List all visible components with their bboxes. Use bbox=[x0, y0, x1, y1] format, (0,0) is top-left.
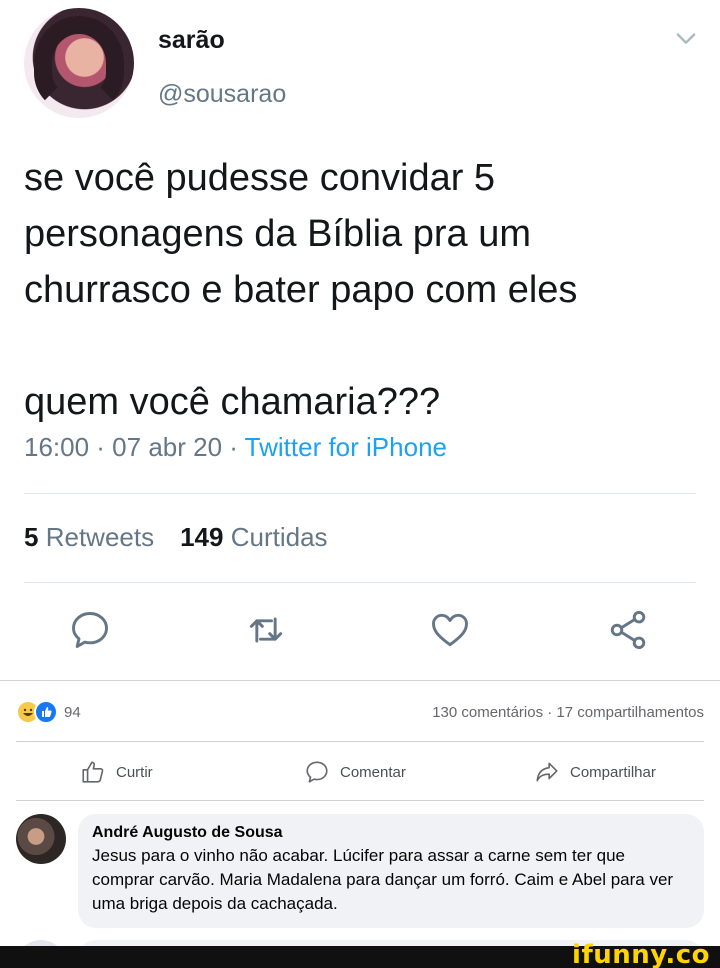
likes-label: Curtidas bbox=[230, 522, 328, 552]
display-name[interactable]: sarão bbox=[158, 26, 225, 55]
like-icon[interactable] bbox=[428, 608, 472, 652]
comment-button[interactable]: Comentar bbox=[304, 758, 406, 786]
ifunny-watermark: ifunny.co bbox=[572, 940, 710, 968]
share-button[interactable]: Compartilhar bbox=[534, 758, 656, 786]
divider bbox=[24, 493, 696, 494]
share-icon[interactable] bbox=[606, 608, 650, 652]
like-reaction-icon bbox=[34, 700, 58, 724]
watermark-bar: ifunny.co bbox=[0, 940, 720, 968]
like-button[interactable]: Curtir bbox=[80, 758, 153, 786]
user-avatar[interactable] bbox=[24, 8, 134, 118]
comment-bubble: André Augusto de Sousa Jesus para o vinh… bbox=[78, 814, 704, 928]
divider bbox=[16, 800, 704, 801]
tweet-meta: 16:00 · 07 abr 20 · Twitter for iPhone bbox=[24, 432, 447, 463]
comment-icon bbox=[306, 761, 328, 783]
reply-icon[interactable] bbox=[68, 608, 112, 652]
retweet-icon[interactable] bbox=[244, 608, 288, 652]
share-button-label: Compartilhar bbox=[570, 763, 656, 781]
retweets-label: Retweets bbox=[45, 522, 155, 552]
chevron-down-icon[interactable] bbox=[672, 24, 700, 52]
commenter-avatar[interactable] bbox=[16, 814, 66, 864]
comments-shares-count[interactable]: 130 comentários · 17 compartilhamentos bbox=[432, 704, 704, 721]
retweets-count: 5 bbox=[24, 522, 39, 552]
tweet-text: se você pudesse convidar 5 personagens d… bbox=[24, 150, 694, 430]
tweet-text-part-1: se você pudesse convidar 5 personagens d… bbox=[24, 157, 578, 311]
retweets-stat[interactable]: 5 Retweets bbox=[24, 522, 154, 552]
share-arrow-icon bbox=[536, 762, 558, 782]
avatar-hair bbox=[34, 16, 124, 111]
likes-stat[interactable]: 149 Curtidas bbox=[180, 522, 327, 552]
comment-author[interactable]: André Augusto de Sousa bbox=[92, 822, 690, 844]
user-handle[interactable]: @sousarao bbox=[158, 80, 286, 109]
thumbs-up-icon bbox=[82, 761, 104, 783]
divider bbox=[24, 582, 696, 583]
comment-text: Jesus para o vinho não acabar. Lúcifer p… bbox=[92, 846, 674, 913]
tweet-source-link[interactable]: Twitter for iPhone bbox=[245, 432, 447, 462]
section-divider bbox=[0, 680, 720, 681]
reaction-count[interactable]: 94 bbox=[64, 704, 81, 721]
tweet-text-part-2: quem você chamaria??? bbox=[24, 381, 441, 423]
comment-button-label: Comentar bbox=[340, 763, 406, 781]
likes-count: 149 bbox=[180, 522, 224, 552]
divider bbox=[16, 741, 704, 742]
like-button-label: Curtir bbox=[116, 763, 153, 781]
tweet-timestamp: 16:00 · 07 abr 20 · bbox=[24, 432, 245, 462]
tweet-stats: 5 Retweets 149 Curtidas bbox=[24, 522, 328, 553]
